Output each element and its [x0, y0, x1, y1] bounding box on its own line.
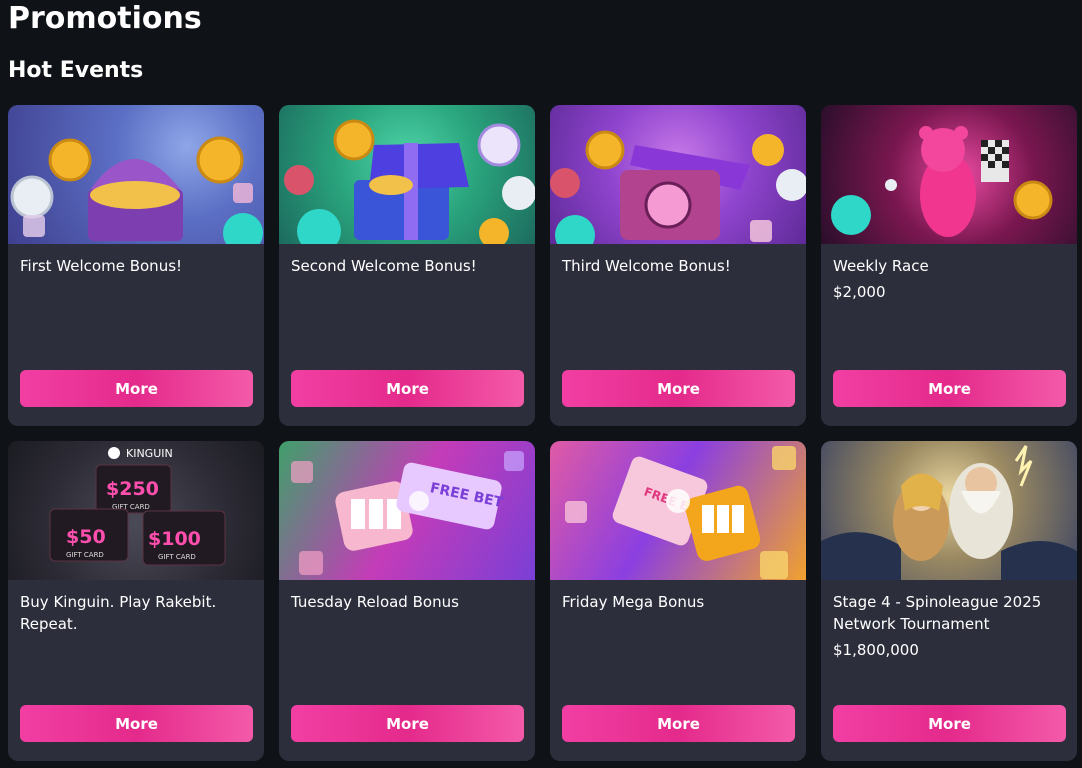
gift-card-value: $250	[106, 478, 159, 500]
promo-card-kinguin[interactable]: KINGUIN $250 GIFT CARD $50 GIFT CARD $10…	[8, 441, 264, 761]
promo-banner-image[interactable]: KINGUIN $250 GIFT CARD $50 GIFT CARD $10…	[8, 441, 264, 580]
promo-banner-image[interactable]	[821, 105, 1077, 244]
gift-card-label: GIFT CARD	[66, 551, 104, 559]
more-button[interactable]: More	[562, 705, 795, 742]
promo-title: Stage 4 - Spinoleague 2025 Network Tourn…	[833, 593, 1042, 633]
promo-card-friday-mega[interactable]: FREE BET Friday Mega Bonus More	[550, 441, 806, 761]
more-button[interactable]: More	[291, 370, 524, 407]
promo-banner-image[interactable]: FREE BET	[550, 441, 806, 580]
promo-card-tuesday-reload[interactable]: FREE BET Tuesday Reload Bonus More	[279, 441, 535, 761]
promo-card-first-welcome[interactable]: First Welcome Bonus! More	[8, 105, 264, 426]
more-button[interactable]: More	[20, 370, 253, 407]
promo-banner-image[interactable]	[279, 105, 535, 244]
promo-card-second-welcome[interactable]: Second Welcome Bonus! More	[279, 105, 535, 426]
gift-card-label: GIFT CARD	[158, 553, 196, 561]
promo-title: Weekly Race	[833, 257, 929, 275]
promo-card-spinoleague[interactable]: Stage 4 - Spinoleague 2025 Network Tourn…	[821, 441, 1077, 761]
kinguin-brand-text: KINGUIN	[126, 447, 173, 460]
more-button[interactable]: More	[833, 705, 1066, 742]
page-title: Promotions	[8, 1, 202, 36]
promo-prize: $2,000	[833, 283, 886, 301]
promo-card-weekly-race[interactable]: Weekly Race $2,000 More	[821, 105, 1077, 426]
promo-banner-image[interactable]	[550, 105, 806, 244]
promo-banner-image[interactable]	[8, 105, 264, 244]
section-title: Hot Events	[8, 58, 144, 83]
more-button[interactable]: More	[562, 370, 795, 407]
promotions-grid: First Welcome Bonus! More Second Welcome…	[8, 105, 1077, 761]
gift-card-value: $100	[148, 528, 201, 550]
more-button[interactable]: More	[20, 705, 253, 742]
promo-title: Friday Mega Bonus	[562, 593, 705, 611]
more-button[interactable]: More	[833, 370, 1066, 407]
more-button[interactable]: More	[291, 705, 524, 742]
promo-title: Tuesday Reload Bonus	[291, 593, 459, 611]
promo-banner-image[interactable]	[821, 441, 1077, 580]
promo-title: Buy Kinguin. Play Rakebit. Repeat.	[20, 593, 217, 633]
promo-title: First Welcome Bonus!	[20, 257, 183, 275]
promo-title: Third Welcome Bonus!	[562, 257, 731, 275]
promo-prize: $1,800,000	[833, 641, 919, 659]
gift-card-value: $50	[66, 526, 106, 548]
promo-title: Second Welcome Bonus!	[291, 257, 477, 275]
promo-banner-image[interactable]: FREE BET	[279, 441, 535, 580]
promo-card-third-welcome[interactable]: Third Welcome Bonus! More	[550, 105, 806, 426]
